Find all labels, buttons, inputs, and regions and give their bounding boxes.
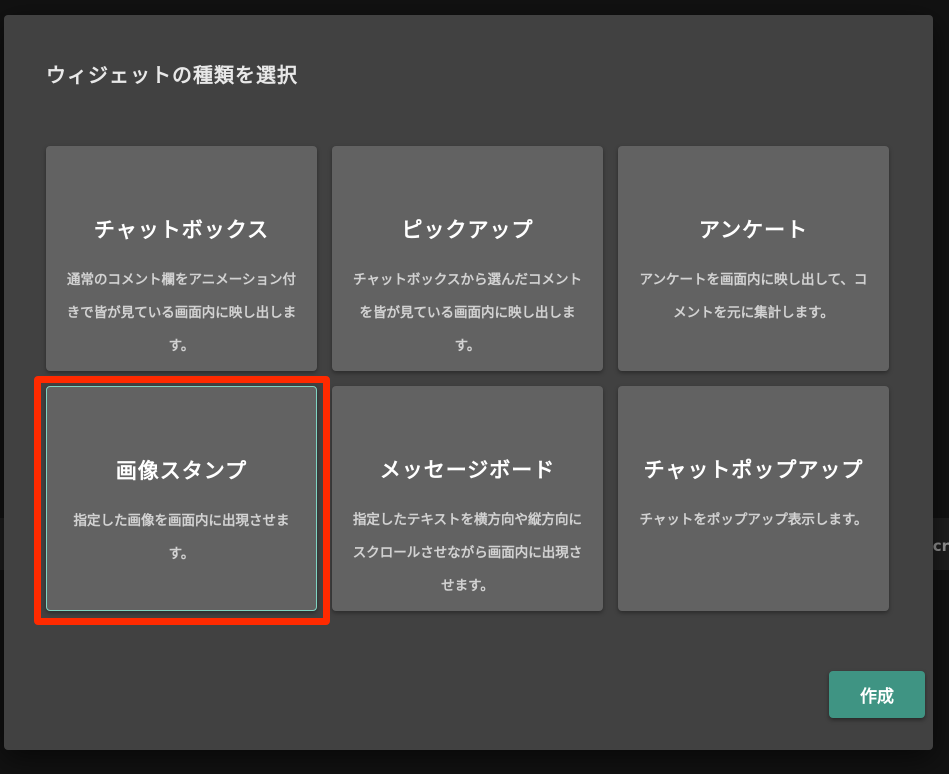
desc-line: チャットをポップアップ表示します。 <box>639 512 868 528</box>
dialog-title: ウィジェットの種類を選択 <box>46 63 298 87</box>
widget-card-chatbox[interactable]: チャットボックス 通常のコメント欄をアニメーション付 きで皆が見ている画面内に映… <box>46 146 317 371</box>
widget-card-title: チャットポップアップ <box>643 458 864 482</box>
widget-card-title: アンケート <box>698 218 809 242</box>
widget-card-title: メッセージボード <box>379 458 556 482</box>
desc-line: せます。 <box>441 578 494 594</box>
desc-line: を皆が見ている画面内に映し出しま <box>359 305 576 321</box>
widget-card-survey[interactable]: アンケート アンケートを画面内に映し出して、コ メントを元に集計します。 <box>618 146 889 371</box>
desc-line: 指定した画像を画面内に出現させま <box>73 513 290 529</box>
widget-card-title: 画像スタンプ <box>115 459 248 483</box>
widget-card-pickup[interactable]: ピックアップ チャットボックスから選んだコメント を皆が見ている画面内に映し出し… <box>332 146 603 371</box>
widget-card-description: チャットをポップアップ表示します。 <box>620 504 887 537</box>
desc-line: きで皆が見ている画面内に映し出しま <box>66 305 297 321</box>
create-button[interactable]: 作成 <box>829 671 925 718</box>
widget-card-image-stamp[interactable]: 画像スタンプ 指定した画像を画面内に出現させま す。 <box>46 386 317 611</box>
widget-card-description: アンケートを画面内に映し出して、コ メントを元に集計します。 <box>620 264 887 330</box>
desc-line: メントを元に集計します。 <box>673 305 834 321</box>
desc-line: 指定したテキストを横方向や縦方向に <box>352 512 583 528</box>
desc-line: チャットボックスから選んだコメント <box>353 272 582 288</box>
desc-line: スクロールさせながら画面内に出現さ <box>352 545 583 561</box>
widget-card-chat-popup[interactable]: チャットポップアップ チャットをポップアップ表示します。 <box>618 386 889 611</box>
desc-line: 通常のコメント欄をアニメーション付 <box>67 272 296 288</box>
desc-line: す。 <box>168 338 195 354</box>
widget-type-dialog: ウィジェットの種類を選択 チャットボックス 通常のコメント欄をアニメーション付 … <box>4 15 933 750</box>
desc-line: す。 <box>168 546 195 562</box>
widget-card-description: 通常のコメント欄をアニメーション付 きで皆が見ている画面内に映し出しま す。 <box>48 264 315 363</box>
widget-card-description: チャットボックスから選んだコメント を皆が見ている画面内に映し出しま す。 <box>334 264 601 363</box>
background-partial-text: cr <box>932 537 949 555</box>
desc-line: す。 <box>454 338 481 354</box>
widget-card-description: 指定したテキストを横方向や縦方向に スクロールさせながら画面内に出現さ せます。 <box>334 504 601 603</box>
widget-card-title: ピックアップ <box>401 218 534 242</box>
widget-card-description: 指定した画像を画面内に出現させま す。 <box>49 505 314 571</box>
desc-line: アンケートを画面内に映し出して、コ <box>639 272 868 288</box>
widget-card-message-board[interactable]: メッセージボード 指定したテキストを横方向や縦方向に スクロールさせながら画面内… <box>332 386 603 611</box>
widget-card-title: チャットボックス <box>93 218 270 242</box>
